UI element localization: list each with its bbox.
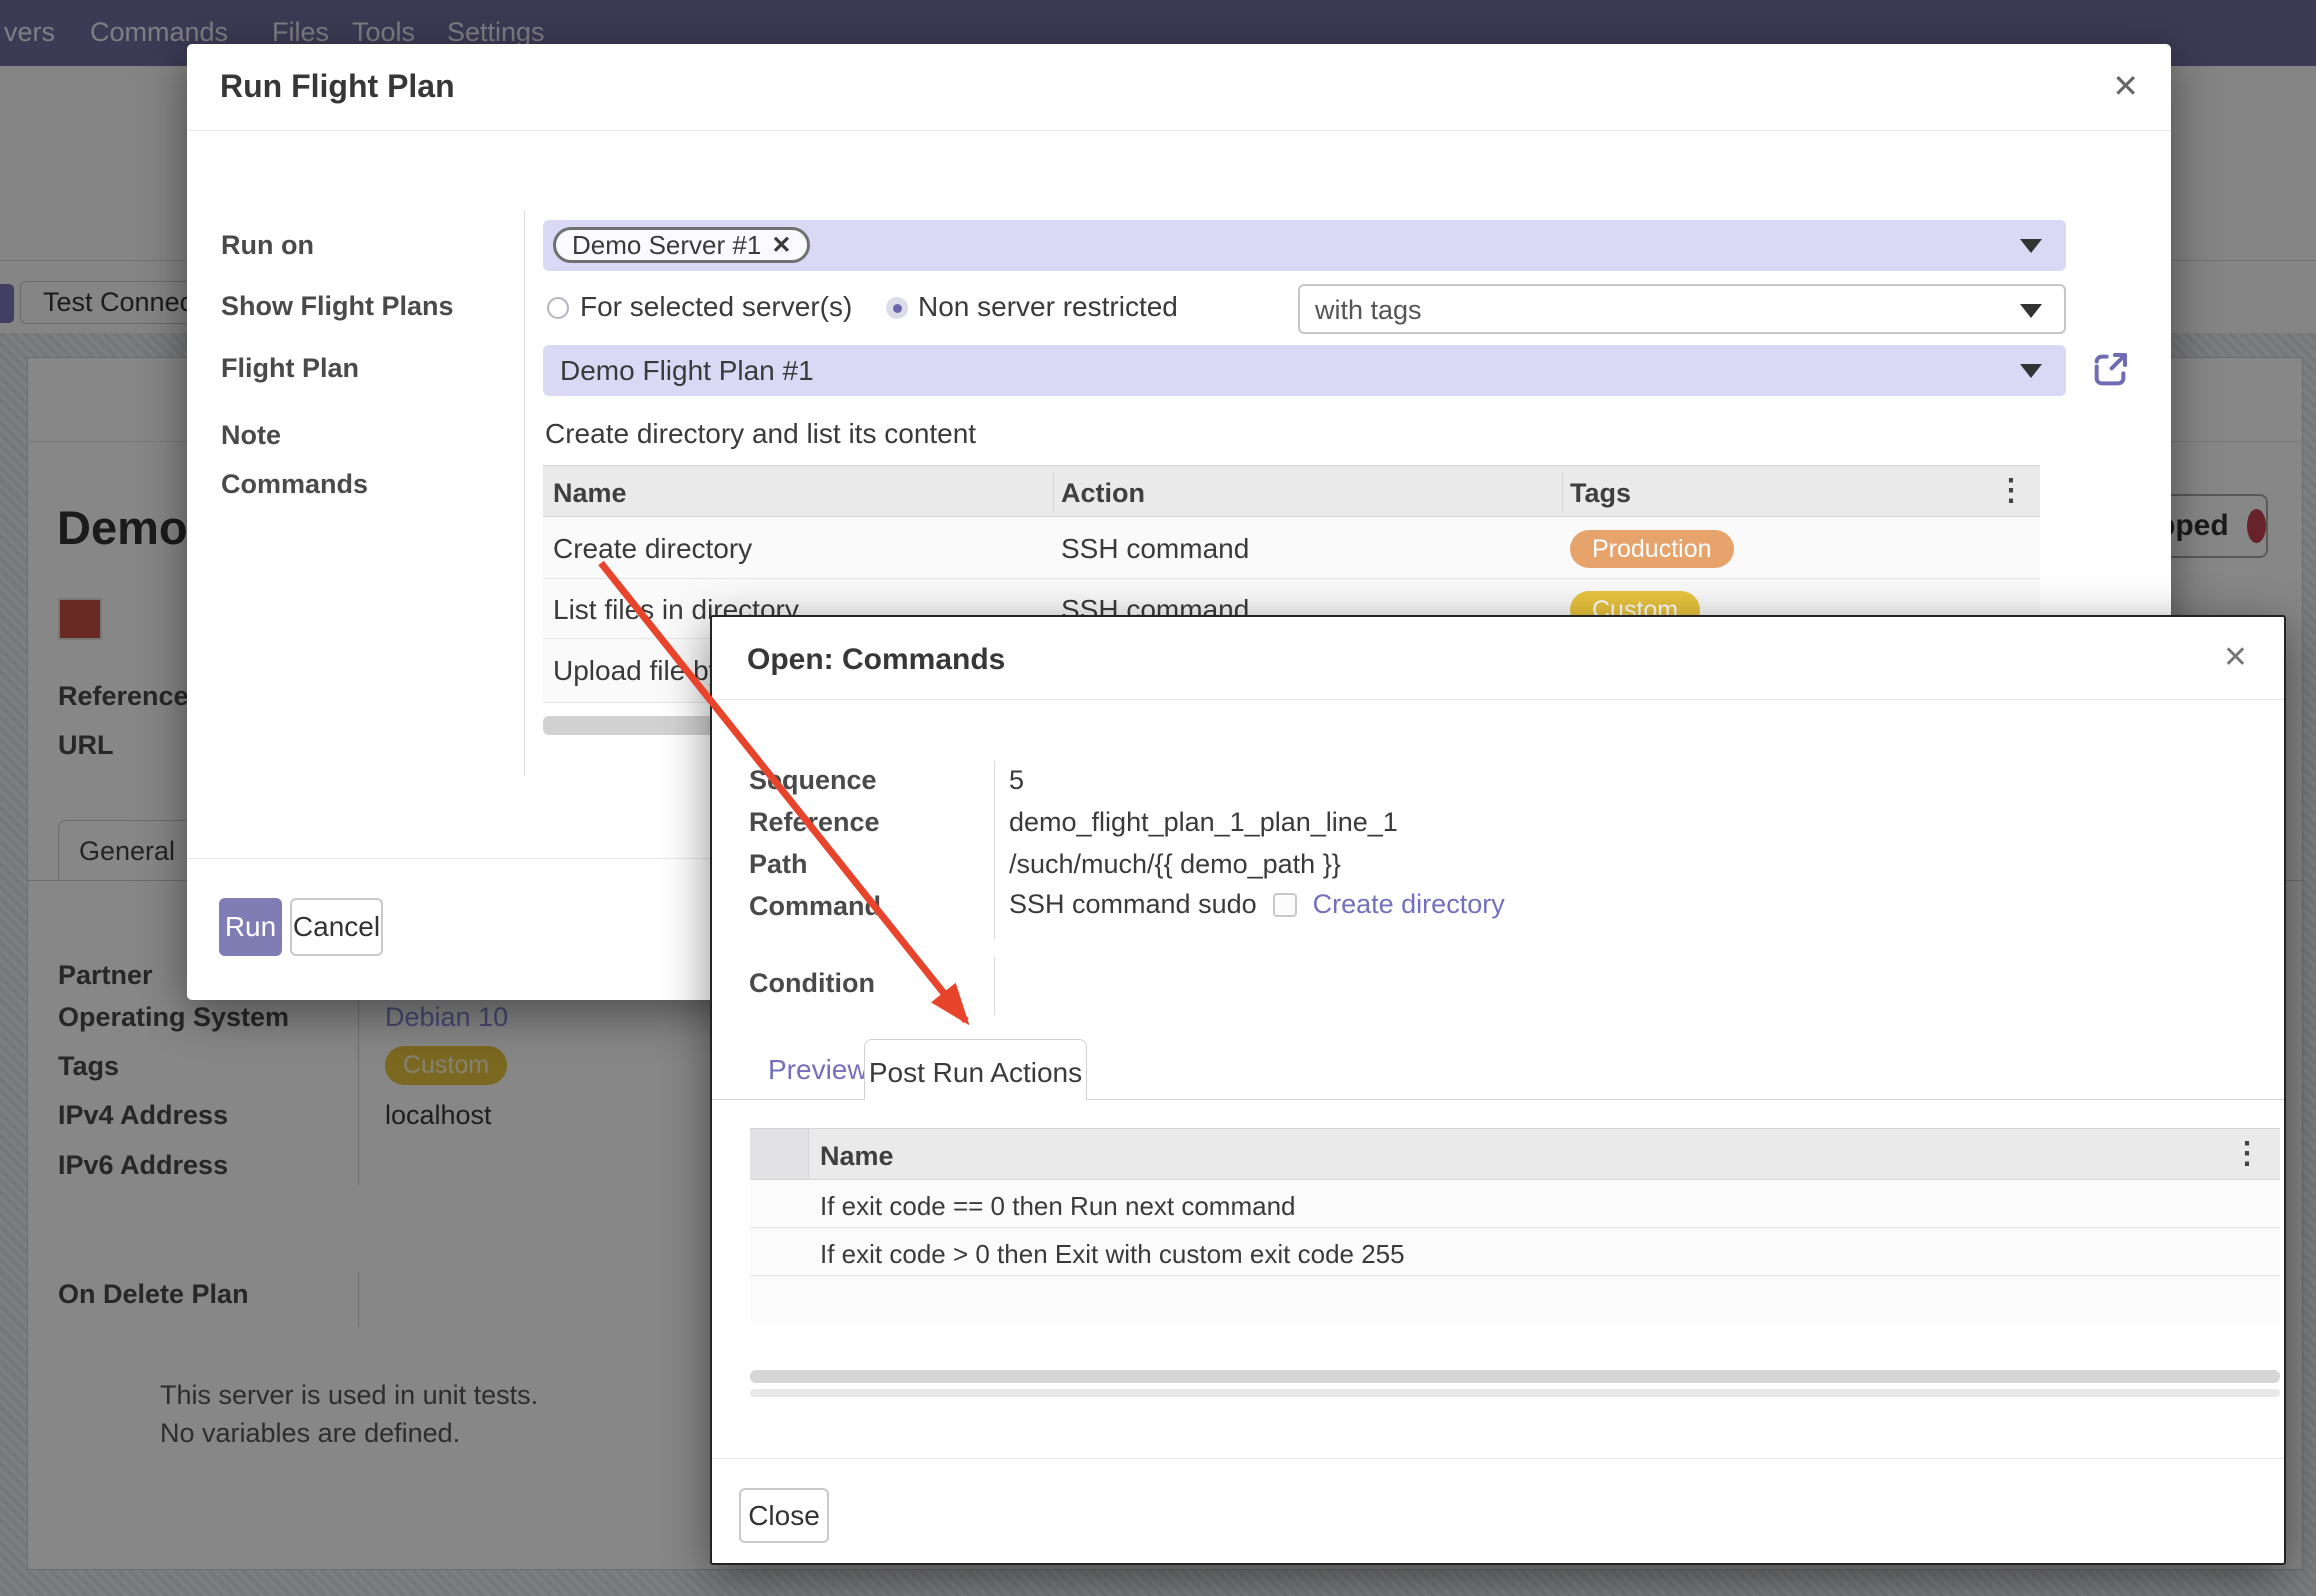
command-label: Command bbox=[749, 891, 881, 922]
col-action[interactable]: Action bbox=[1061, 478, 1145, 509]
selected-server-tag[interactable]: Demo Server #1 ✕ bbox=[553, 227, 810, 263]
commands-table-header: Name Action Tags ⋮ bbox=[543, 465, 2040, 517]
row-name: Create directory bbox=[553, 533, 752, 565]
pra-horizontal-scrollbar[interactable] bbox=[750, 1370, 2280, 1383]
reference-field-label: Reference bbox=[749, 807, 880, 838]
command-value: SSH command sudo bbox=[1009, 889, 1257, 920]
with-tags-value: with tags bbox=[1315, 295, 1422, 326]
flight-plan-select[interactable]: Demo Flight Plan #1 bbox=[543, 345, 2066, 396]
run-modal-title: Run Flight Plan bbox=[220, 68, 455, 105]
sudo-checkbox[interactable] bbox=[1273, 893, 1297, 917]
pra-col-name[interactable]: Name bbox=[820, 1141, 894, 1172]
col-name[interactable]: Name bbox=[553, 478, 627, 509]
run-on-multiselect[interactable]: Demo Server #1 ✕ bbox=[543, 220, 2066, 271]
pra-row[interactable]: If exit code == 0 then Run next command bbox=[750, 1180, 2280, 1228]
open-modal-label-separator-2 bbox=[994, 957, 995, 1015]
radio-for-selected-servers-label[interactable]: For selected server(s) bbox=[580, 291, 852, 323]
external-link-icon[interactable] bbox=[2090, 350, 2130, 390]
flight-plan-label: Flight Plan bbox=[221, 353, 359, 384]
run-modal-close-icon[interactable]: ✕ bbox=[2112, 70, 2139, 102]
row-name: Upload file by bbox=[553, 655, 723, 687]
cancel-button[interactable]: Cancel bbox=[290, 898, 383, 956]
flight-plan-value: Demo Flight Plan #1 bbox=[560, 355, 814, 387]
remove-tag-icon[interactable]: ✕ bbox=[771, 231, 791, 260]
chevron-down-icon[interactable] bbox=[2020, 364, 2042, 378]
app-screen: vers Commands Files Tools Settings Test … bbox=[0, 0, 2316, 1596]
post-run-actions-table: Name ⋮ If exit code == 0 then Run next c… bbox=[750, 1128, 2280, 1324]
open-modal-label-separator bbox=[994, 761, 995, 939]
pra-row[interactable]: If exit code > 0 then Exit with custom e… bbox=[750, 1228, 2280, 1276]
pra-gutter-column bbox=[750, 1129, 809, 1179]
open-modal-close-icon[interactable]: ✕ bbox=[2223, 643, 2248, 673]
sequence-label: Sequence bbox=[749, 765, 877, 796]
tab-post-run-actions[interactable]: Post Run Actions bbox=[864, 1039, 1087, 1100]
open-modal-header-divider bbox=[712, 699, 2284, 700]
table-options-icon[interactable]: ⋮ bbox=[1996, 476, 2026, 506]
row-action: SSH command bbox=[1061, 533, 1249, 565]
run-modal-label-separator bbox=[524, 210, 525, 776]
run-button[interactable]: Run bbox=[219, 898, 282, 956]
table-row[interactable]: Create directory SSH command Production bbox=[543, 517, 2040, 579]
commands-label: Commands bbox=[221, 469, 368, 500]
note-label: Note bbox=[221, 420, 281, 451]
sequence-value: 5 bbox=[1009, 765, 1024, 796]
condition-label: Condition bbox=[749, 968, 875, 999]
radio-non-server-restricted-label[interactable]: Non server restricted bbox=[918, 291, 1178, 323]
open-commands-modal: Open: Commands ✕ Sequence Reference Path… bbox=[710, 615, 2286, 1565]
reference-value: demo_flight_plan_1_plan_line_1 bbox=[1009, 807, 1398, 838]
tab-preview[interactable]: Preview bbox=[768, 1054, 868, 1086]
show-flight-plans-label: Show Flight Plans bbox=[221, 291, 454, 322]
with-tags-select[interactable]: with tags bbox=[1298, 284, 2066, 334]
pra-scrollbar-track bbox=[750, 1389, 2280, 1397]
chevron-down-icon[interactable] bbox=[2020, 304, 2042, 318]
note-value: Create directory and list its content bbox=[545, 418, 976, 450]
radio-for-selected-servers[interactable] bbox=[547, 297, 569, 319]
radio-non-server-restricted[interactable] bbox=[886, 297, 908, 319]
row-tag-badge: Production bbox=[1570, 530, 1734, 568]
open-modal-footer-divider bbox=[712, 1458, 2284, 1459]
run-modal-header-divider bbox=[187, 130, 2171, 131]
selected-server-tag-label: Demo Server #1 bbox=[572, 230, 761, 261]
close-button[interactable]: Close bbox=[739, 1488, 829, 1543]
pra-row-empty bbox=[750, 1276, 2280, 1324]
chevron-down-icon[interactable] bbox=[2020, 239, 2042, 253]
pra-table-options-icon[interactable]: ⋮ bbox=[2232, 1139, 2262, 1169]
command-link[interactable]: Create directory bbox=[1313, 889, 1505, 920]
col-tags[interactable]: Tags bbox=[1570, 478, 1631, 509]
run-on-label: Run on bbox=[221, 230, 314, 261]
pra-table-header: Name ⋮ bbox=[750, 1128, 2280, 1180]
open-modal-title: Open: Commands bbox=[747, 643, 1005, 677]
path-label: Path bbox=[749, 849, 808, 880]
pra-row-name: If exit code == 0 then Run next command bbox=[820, 1191, 1296, 1222]
command-row: SSH command sudo Create directory bbox=[1009, 889, 1505, 920]
path-value: /such/much/{{ demo_path }} bbox=[1009, 849, 1341, 880]
pra-row-name: If exit code > 0 then Exit with custom e… bbox=[820, 1239, 1405, 1270]
